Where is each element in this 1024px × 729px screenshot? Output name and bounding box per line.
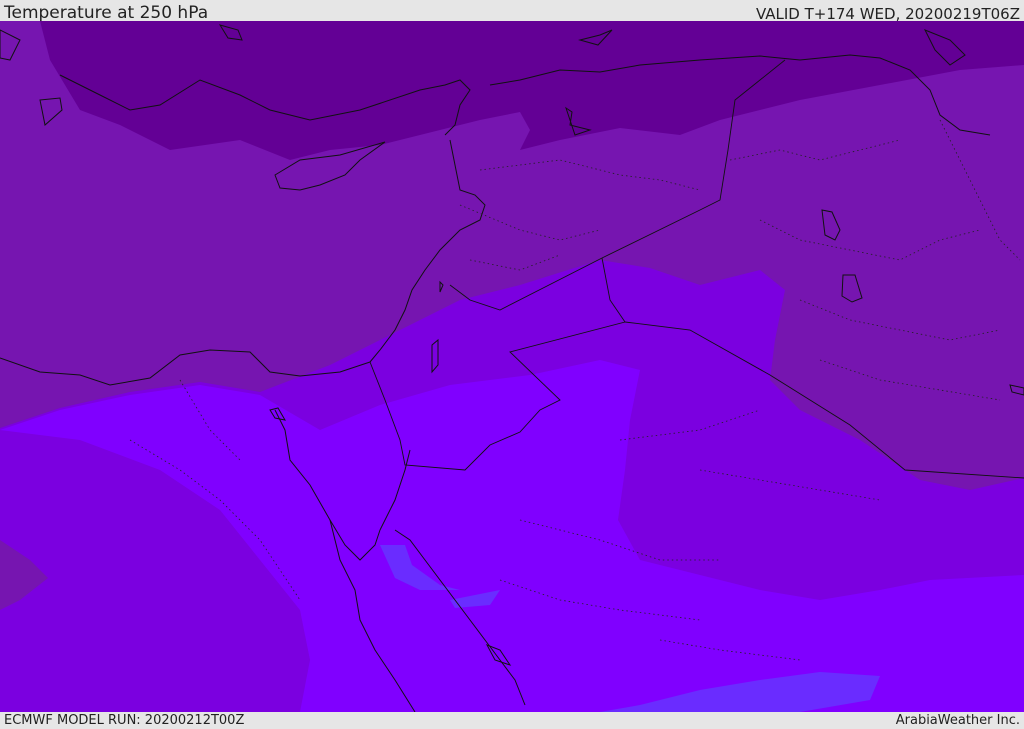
model-run: ECMWF MODEL RUN: 20200212T00Z <box>4 713 245 728</box>
credit: ArabiaWeather Inc. <box>895 713 1020 728</box>
title-bar: Temperature at 250 hPa VALID T+174 WED, … <box>0 0 1024 23</box>
temperature-map[interactable] <box>0 21 1024 712</box>
map-title: Temperature at 250 hPa <box>4 3 209 23</box>
footer-bar: ECMWF MODEL RUN: 20200212T00Z ArabiaWeat… <box>0 712 1024 729</box>
